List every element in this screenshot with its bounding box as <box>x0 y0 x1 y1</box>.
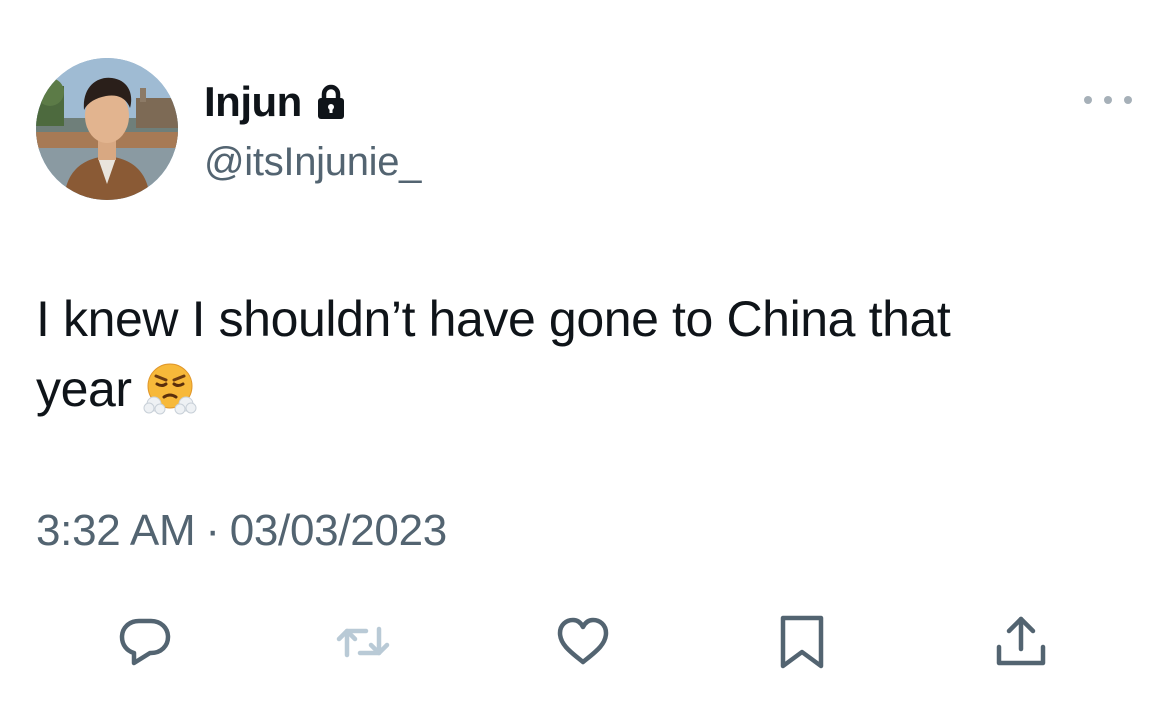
user-name-row: Injun <box>204 76 346 128</box>
tweet-text: I knew I shouldn’t have gone to China th… <box>36 284 1096 424</box>
display-name[interactable]: Injun <box>204 78 302 126</box>
lock-icon <box>316 83 346 121</box>
tweet-card: Injun @itsInjunie_ I knew I shouldn’t ha… <box>0 0 1170 713</box>
more-options-icon[interactable] <box>1084 88 1132 112</box>
like-icon <box>557 617 609 665</box>
bookmark-button[interactable] <box>770 610 834 674</box>
retweet-icon <box>336 626 390 658</box>
tweet-actions <box>0 610 1170 674</box>
share-icon <box>996 616 1046 666</box>
reply-button[interactable] <box>113 610 177 674</box>
avatar[interactable] <box>36 58 178 200</box>
retweet-button[interactable] <box>331 610 395 674</box>
like-button[interactable] <box>551 610 615 674</box>
share-button[interactable] <box>989 610 1053 674</box>
face-with-steam-from-nose-icon <box>142 360 198 416</box>
tweet-timestamp[interactable]: 3:32 AM · 03/03/2023 <box>36 506 447 556</box>
tweet-text-line-1: I knew I shouldn’t have gone to China th… <box>36 291 951 347</box>
tweet-text-line-2: year <box>36 354 1096 424</box>
user-handle[interactable]: @itsInjunie_ <box>204 140 421 185</box>
tweet-date: 03/03/2023 <box>229 506 448 555</box>
tweet-text-line-2-text: year <box>36 361 132 417</box>
tweet-time: 3:32 AM <box>36 506 196 555</box>
bookmark-icon <box>780 615 824 669</box>
reply-icon <box>119 618 171 666</box>
timestamp-separator: · <box>205 506 220 555</box>
